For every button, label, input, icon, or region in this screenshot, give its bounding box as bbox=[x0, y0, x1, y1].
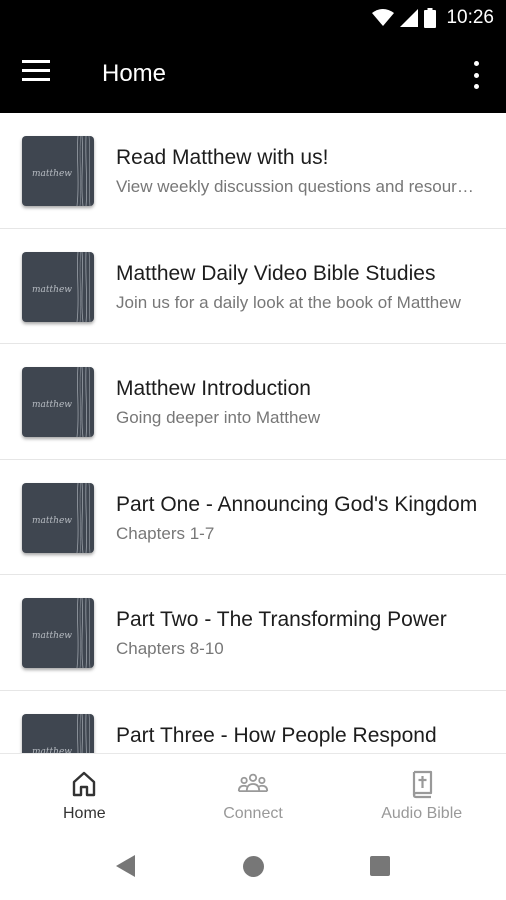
item-subtitle: Going deeper into Matthew bbox=[116, 408, 321, 427]
nav-label: Home bbox=[62, 805, 106, 822]
item-title: Matthew Introduction bbox=[116, 377, 311, 400]
list-item[interactable]: matthew Part One - Announcing God's King… bbox=[0, 460, 506, 575]
bible-icon bbox=[412, 770, 432, 799]
status-time: 10:26 bbox=[446, 7, 494, 28]
item-subtitle: Join us for a daily look at the book of … bbox=[116, 292, 461, 312]
more-options-icon[interactable] bbox=[466, 58, 486, 92]
wifi-icon bbox=[372, 9, 395, 26]
item-title: Read Matthew with us! bbox=[116, 146, 329, 169]
system-nav-bar bbox=[0, 836, 506, 900]
bottom-nav: Home Connect Audio Bible bbox=[0, 753, 506, 836]
matthew-thumbnail: matthew bbox=[22, 598, 94, 668]
app-bar: Home bbox=[0, 36, 506, 113]
svg-text:matthew: matthew bbox=[32, 631, 72, 641]
matthew-thumbnail: matthew bbox=[22, 713, 94, 753]
list-item[interactable]: matthew Read Matthew with us! View weekl… bbox=[0, 113, 506, 229]
list-item[interactable]: matthew Part Three - How People Respond bbox=[0, 691, 506, 753]
list-item[interactable]: matthew Matthew Introduction Going deepe… bbox=[0, 344, 506, 460]
status-icons: 10:26 bbox=[372, 6, 494, 30]
item-subtitle: Chapters 1-7 bbox=[116, 523, 215, 543]
nav-label: Audio Bible bbox=[381, 805, 463, 822]
nav-audio-bible[interactable]: Audio Bible bbox=[337, 754, 506, 836]
nav-connect[interactable]: Connect bbox=[169, 754, 338, 836]
item-title: Part Two - The Transforming Power bbox=[116, 608, 447, 631]
matthew-thumbnail: matthew bbox=[22, 482, 94, 553]
people-icon bbox=[237, 773, 269, 792]
item-title: Part One - Announcing God's Kingdom bbox=[116, 492, 478, 516]
back-icon[interactable] bbox=[115, 855, 135, 877]
home-icon bbox=[73, 771, 96, 797]
item-title: Part Three - How People Respond bbox=[116, 723, 437, 747]
svg-text:matthew: matthew bbox=[32, 169, 72, 179]
recents-icon[interactable] bbox=[370, 856, 390, 876]
battery-icon bbox=[424, 8, 437, 28]
menu-icon[interactable] bbox=[22, 60, 56, 88]
nav-label: Connect bbox=[223, 805, 283, 822]
home-circle-icon[interactable] bbox=[243, 856, 264, 877]
matthew-thumbnail: matthew bbox=[22, 251, 94, 322]
list-item[interactable]: matthew Matthew Daily Video Bible Studie… bbox=[0, 229, 506, 344]
nav-home[interactable]: Home bbox=[0, 754, 169, 836]
svg-text:matthew: matthew bbox=[32, 400, 72, 410]
page-title: Home bbox=[102, 60, 167, 87]
status-bar: 10:26 bbox=[0, 0, 506, 36]
list-item[interactable]: matthew Part Two - The Transforming Powe… bbox=[0, 575, 506, 691]
item-subtitle: View weekly discussion questions and res… bbox=[116, 177, 481, 196]
svg-text:matthew: matthew bbox=[32, 516, 72, 526]
item-title: Matthew Daily Video Bible Studies bbox=[116, 261, 436, 285]
content-list[interactable]: matthew Read Matthew with us! View weekl… bbox=[0, 113, 506, 753]
item-subtitle: Chapters 8-10 bbox=[116, 639, 224, 658]
matthew-thumbnail: matthew bbox=[22, 136, 94, 206]
svg-text:matthew: matthew bbox=[32, 285, 72, 295]
matthew-thumbnail: matthew bbox=[22, 367, 94, 437]
cell-signal-icon bbox=[400, 9, 419, 27]
